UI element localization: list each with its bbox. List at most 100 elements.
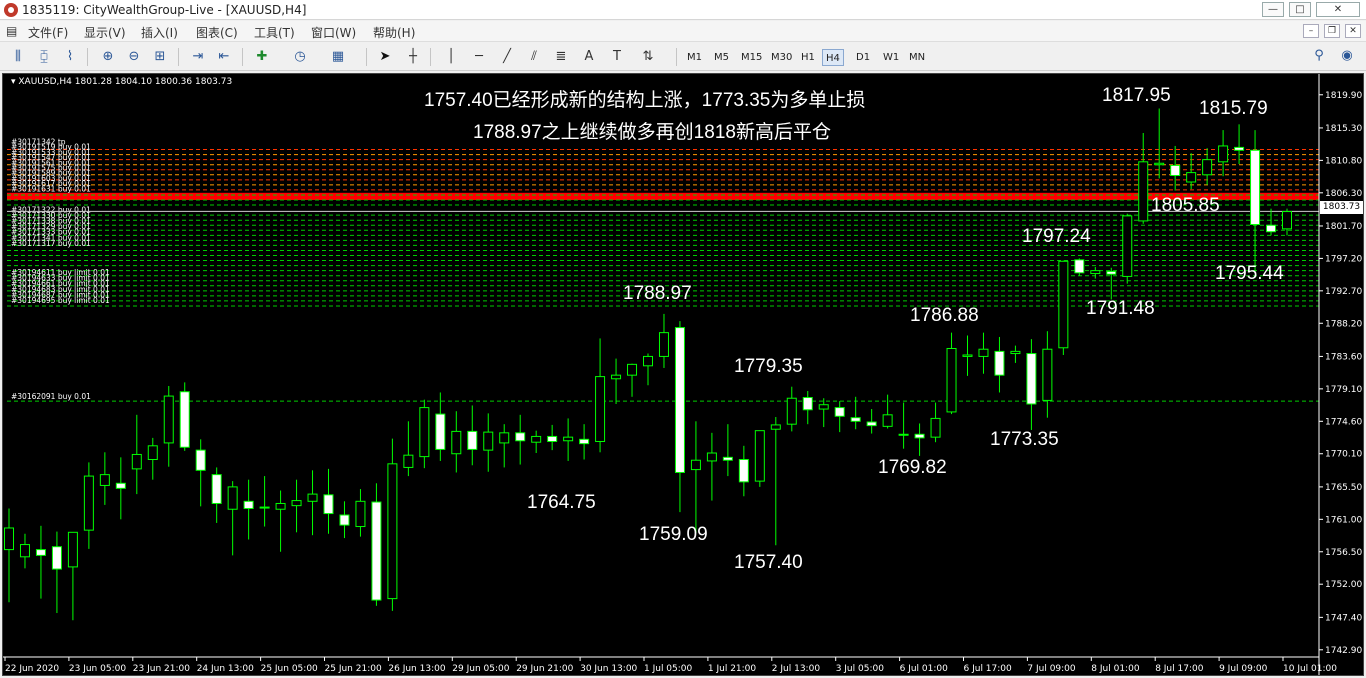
price-label-1786-88: 1786.88 bbox=[910, 305, 979, 326]
candle-body bbox=[1266, 224, 1277, 233]
candle-body bbox=[770, 424, 781, 430]
minimize-button[interactable]: — bbox=[1262, 2, 1284, 17]
candle-body bbox=[850, 417, 861, 422]
y-tick-label: 1792.70 bbox=[1325, 287, 1362, 297]
menu-insert[interactable]: 插入(I) bbox=[141, 24, 178, 41]
search-icon[interactable]: ⚲ bbox=[1310, 47, 1328, 65]
timeframe-m15-button[interactable]: M15 bbox=[738, 49, 765, 66]
candlestick-chart-icon[interactable]: ⧮ bbox=[34, 47, 54, 67]
periods-clock-icon[interactable]: ◷ bbox=[290, 47, 310, 67]
menu-window[interactable]: 窗口(W) bbox=[311, 24, 356, 41]
auto-scroll-icon[interactable]: ⇥ bbox=[188, 47, 208, 67]
y-tick-label: 1815.30 bbox=[1325, 124, 1362, 134]
candle-body bbox=[1042, 348, 1053, 401]
price-label-1769-82: 1769.82 bbox=[878, 457, 947, 478]
fibonacci-icon[interactable]: ≣ bbox=[551, 47, 571, 67]
candle-body bbox=[243, 500, 254, 510]
templates-icon[interactable]: ▦ bbox=[328, 47, 348, 67]
y-tick-label: 1819.90 bbox=[1325, 91, 1362, 101]
mdi-close-button[interactable]: ✕ bbox=[1345, 24, 1361, 38]
app-logo-icon bbox=[4, 3, 18, 17]
candle-body bbox=[99, 474, 110, 486]
timeframe-d1-button[interactable]: D1 bbox=[853, 49, 873, 66]
candle-body bbox=[1090, 270, 1101, 275]
candle-body bbox=[1234, 146, 1245, 151]
title-bar: 1835119: CityWealthGroup-Live - [XAUUSD,… bbox=[0, 0, 1366, 20]
menu-view[interactable]: 显示(V) bbox=[84, 24, 126, 41]
text-tool-icon[interactable]: A bbox=[579, 47, 599, 67]
channel-icon[interactable]: ⫽ bbox=[524, 47, 544, 67]
community-icon[interactable]: ◉ bbox=[1338, 47, 1356, 65]
price-chart[interactable]: #30171342 tp#30191519 buy 0.01#30191533 … bbox=[3, 74, 1364, 676]
candle-body bbox=[1010, 350, 1021, 355]
horizontal-line-icon[interactable]: ─ bbox=[469, 47, 489, 67]
candle-body bbox=[1138, 161, 1149, 222]
y-tick-label: 1747.40 bbox=[1325, 613, 1362, 623]
timeframe-w1-button[interactable]: W1 bbox=[880, 49, 902, 66]
x-tick-label: 29 Jun 21:00 bbox=[516, 664, 573, 674]
toolbar-divider bbox=[430, 48, 431, 66]
chart-symbol-header: ▾ XAUUSD,H4 1801.28 1804.10 1800.36 1803… bbox=[11, 77, 232, 87]
order-label: #30191631 buy 0.01 bbox=[11, 184, 91, 193]
bar-chart-icon[interactable]: ⫼ bbox=[8, 47, 28, 67]
candle-body bbox=[866, 421, 877, 427]
y-tick-label: 1810.80 bbox=[1325, 156, 1362, 166]
menu-tools[interactable]: 工具(T) bbox=[254, 24, 295, 41]
trendline-icon[interactable]: ╱ bbox=[497, 47, 517, 67]
candle-body bbox=[307, 493, 318, 502]
chart-shift-icon[interactable]: ⇤ bbox=[214, 47, 234, 67]
candle-body bbox=[690, 459, 701, 471]
timeframe-h1-button[interactable]: H1 bbox=[798, 49, 818, 66]
candle-body bbox=[611, 374, 622, 380]
zoom-out-icon[interactable]: ⊖ bbox=[124, 47, 144, 67]
y-tick-label: 1752.00 bbox=[1325, 580, 1362, 590]
x-tick-label: 8 Jul 01:00 bbox=[1091, 664, 1140, 674]
zoom-in-icon[interactable]: ⊕ bbox=[98, 47, 118, 67]
chart-symbol: XAUUSD,H4 bbox=[18, 77, 72, 87]
candle-body bbox=[579, 438, 590, 445]
price-label-1759-09: 1759.09 bbox=[639, 524, 708, 545]
candle-body bbox=[291, 500, 302, 507]
candle-body bbox=[706, 452, 717, 462]
arrows-icon[interactable]: ⇅ bbox=[638, 47, 658, 67]
text-label-icon[interactable]: T bbox=[607, 47, 627, 67]
mdi-minimize-button[interactable]: – bbox=[1303, 24, 1319, 38]
candle-body bbox=[754, 430, 765, 482]
candle-body bbox=[978, 348, 989, 357]
candle-body bbox=[259, 506, 270, 509]
vertical-line-icon[interactable]: │ bbox=[441, 47, 461, 67]
cursor-arrow-icon[interactable]: ➤ bbox=[375, 47, 395, 67]
candle-body bbox=[179, 391, 190, 448]
candle-body bbox=[323, 494, 334, 515]
price-label-1797-24: 1797.24 bbox=[1022, 226, 1091, 247]
x-tick-label: 22 Jun 2020 bbox=[5, 664, 59, 674]
timeframe-m5-button[interactable]: M5 bbox=[711, 49, 732, 66]
maximize-button[interactable]: □ bbox=[1289, 2, 1311, 17]
timeframe-m1-button[interactable]: M1 bbox=[684, 49, 705, 66]
timeframe-h4-button[interactable]: H4 bbox=[822, 49, 844, 66]
candle-body bbox=[339, 514, 350, 526]
crosshair-icon[interactable]: ┼ bbox=[403, 47, 423, 67]
tile-windows-icon[interactable]: ⊞ bbox=[150, 47, 170, 67]
timeframe-mn-button[interactable]: MN bbox=[906, 49, 928, 66]
line-chart-icon[interactable]: ⌇ bbox=[60, 47, 80, 67]
candle-body bbox=[802, 397, 813, 411]
candle-body bbox=[674, 327, 685, 473]
menu-help[interactable]: 帮助(H) bbox=[373, 24, 415, 41]
close-button[interactable]: ✕ bbox=[1316, 2, 1360, 17]
y-tick-label: 1797.20 bbox=[1325, 254, 1362, 264]
candle-body bbox=[1186, 172, 1197, 183]
menu-file[interactable]: 文件(F) bbox=[28, 24, 68, 41]
x-tick-label: 25 Jun 21:00 bbox=[325, 664, 382, 674]
candle-body bbox=[19, 544, 30, 558]
x-tick-label: 23 Jun 05:00 bbox=[69, 664, 126, 674]
menu-charts[interactable]: 图表(C) bbox=[196, 24, 238, 41]
price-label-1757-40: 1757.40 bbox=[734, 552, 803, 573]
timeframe-m30-button[interactable]: M30 bbox=[768, 49, 795, 66]
candle-body bbox=[898, 433, 909, 436]
indicators-icon[interactable]: ✚ bbox=[252, 47, 272, 67]
mdi-restore-button[interactable]: ❐ bbox=[1324, 24, 1340, 38]
candle-body bbox=[1202, 159, 1213, 176]
chart-window[interactable]: #30171342 tp #30191519 buy 0.01 #30191533 … bbox=[2, 73, 1364, 676]
y-tick-label: 1801.70 bbox=[1325, 222, 1362, 232]
